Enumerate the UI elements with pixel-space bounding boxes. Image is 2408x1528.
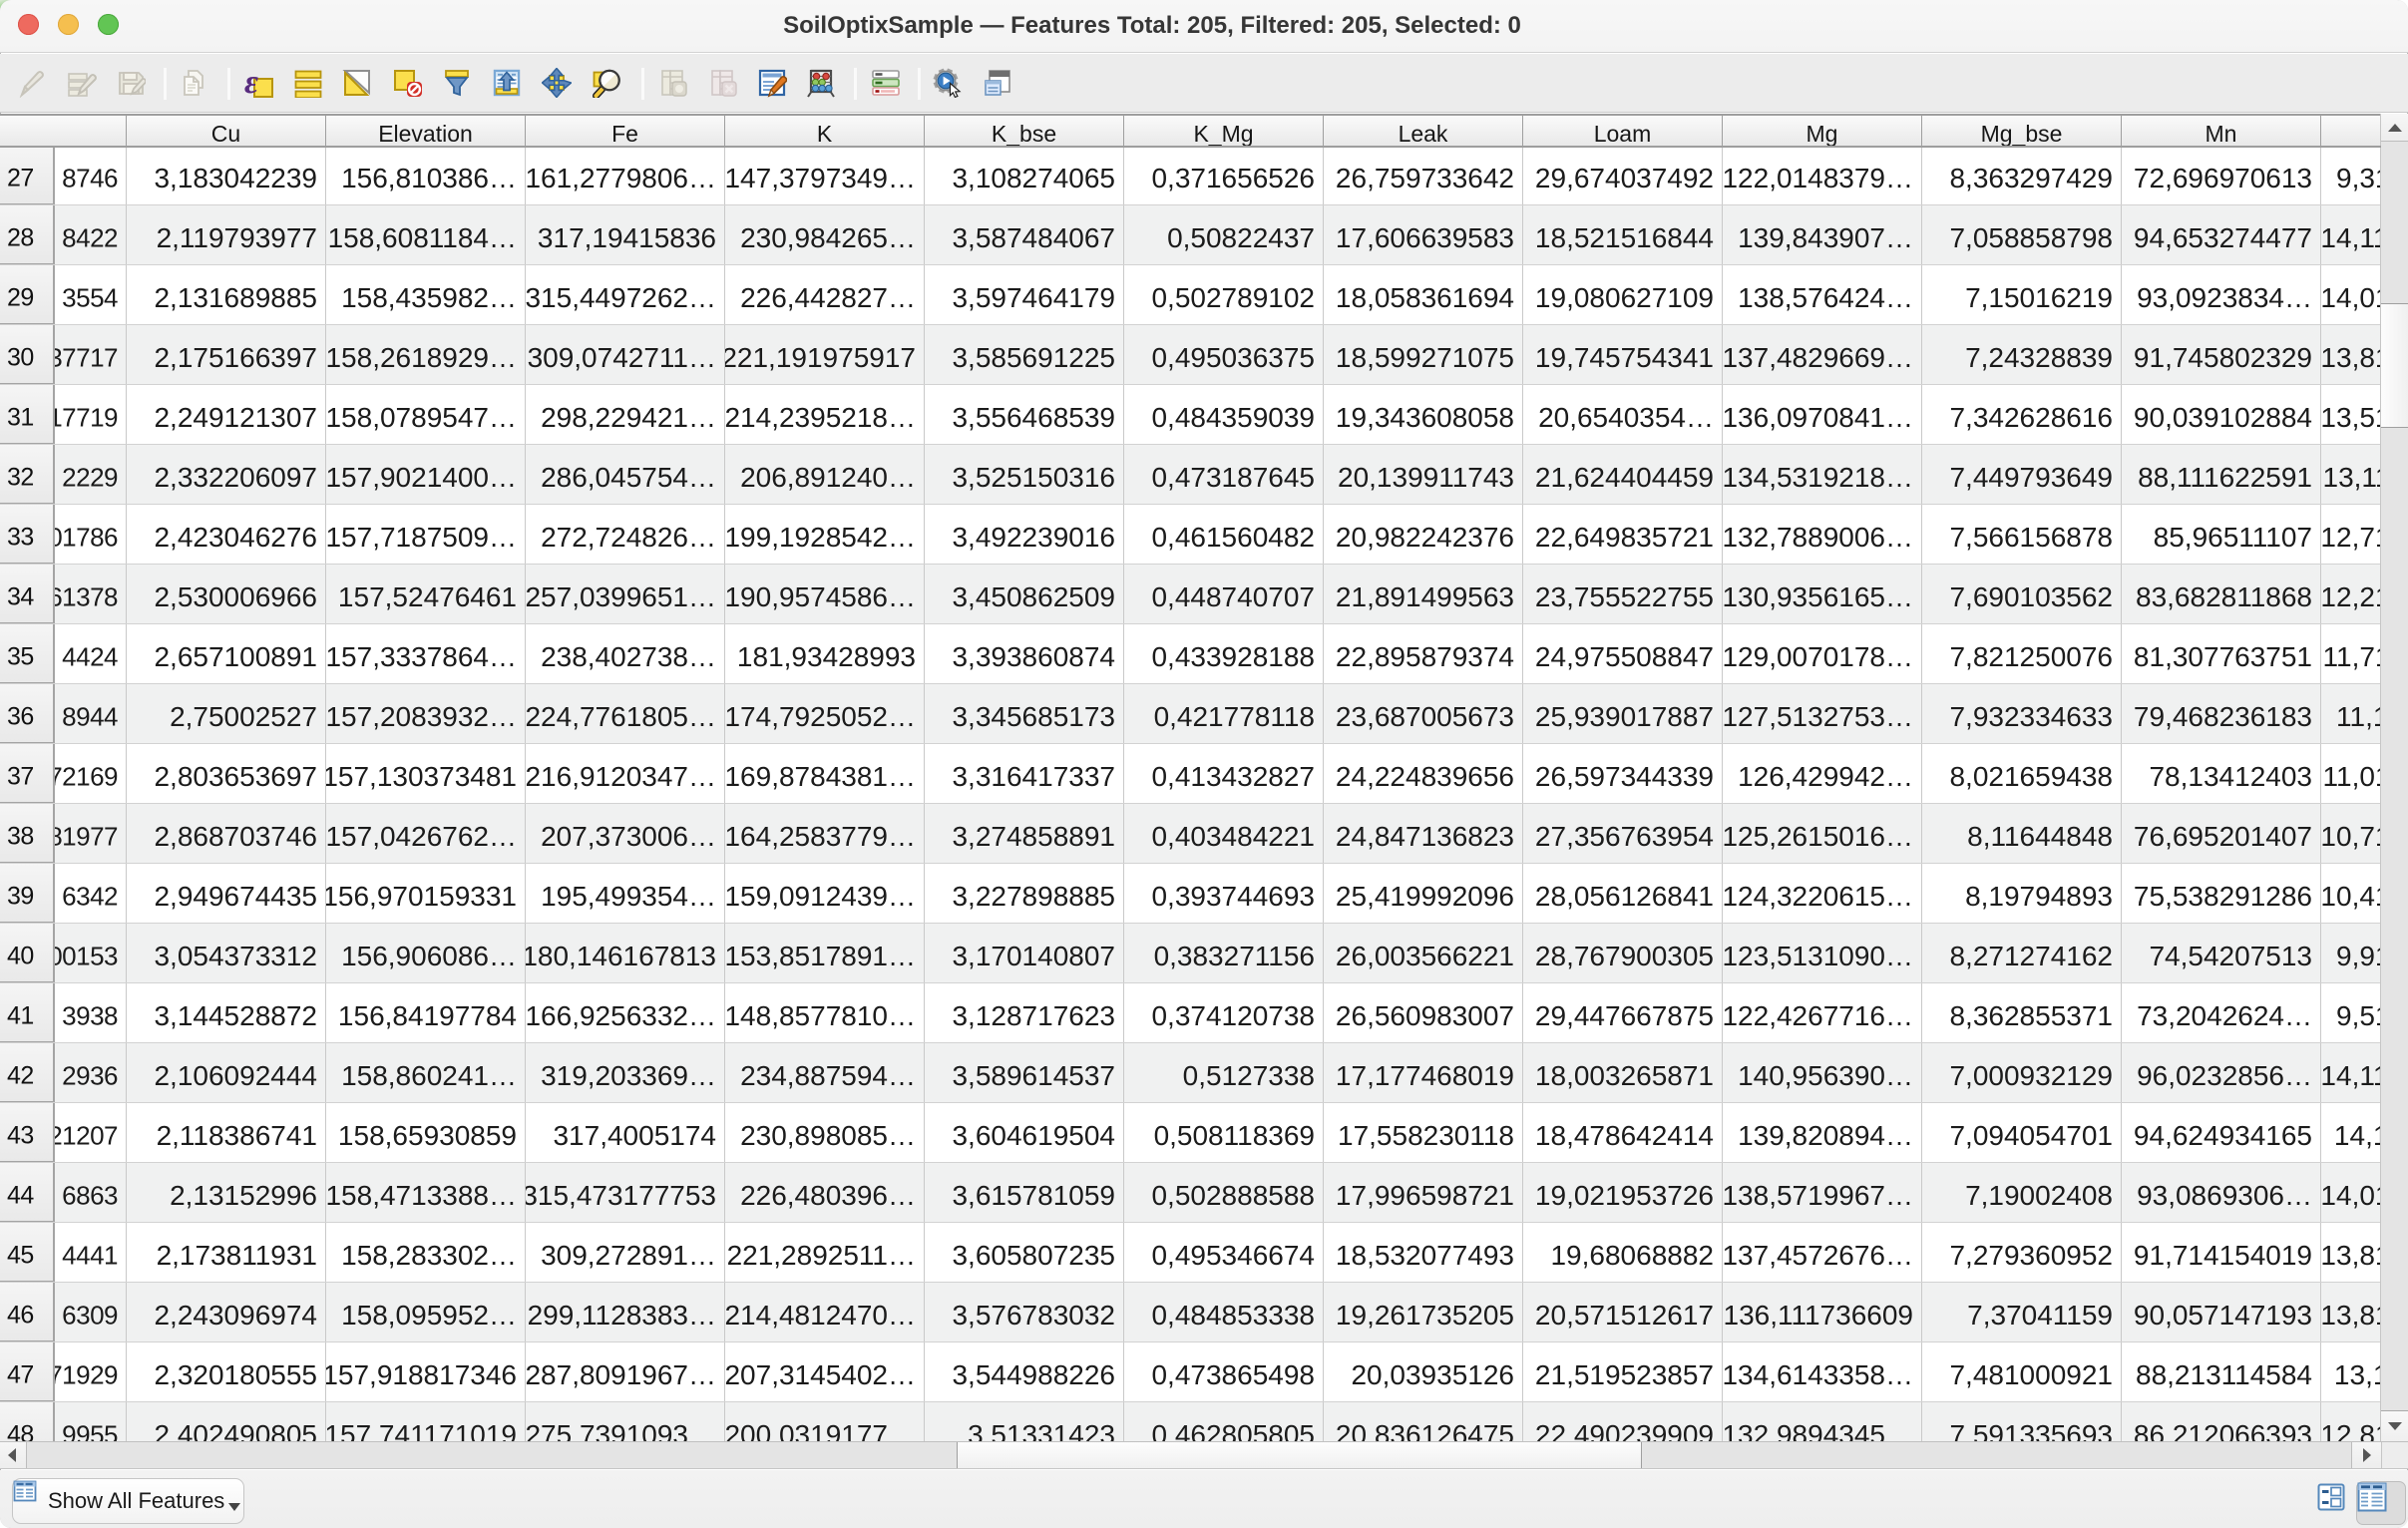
- svg-text:ε: ε: [244, 68, 258, 98]
